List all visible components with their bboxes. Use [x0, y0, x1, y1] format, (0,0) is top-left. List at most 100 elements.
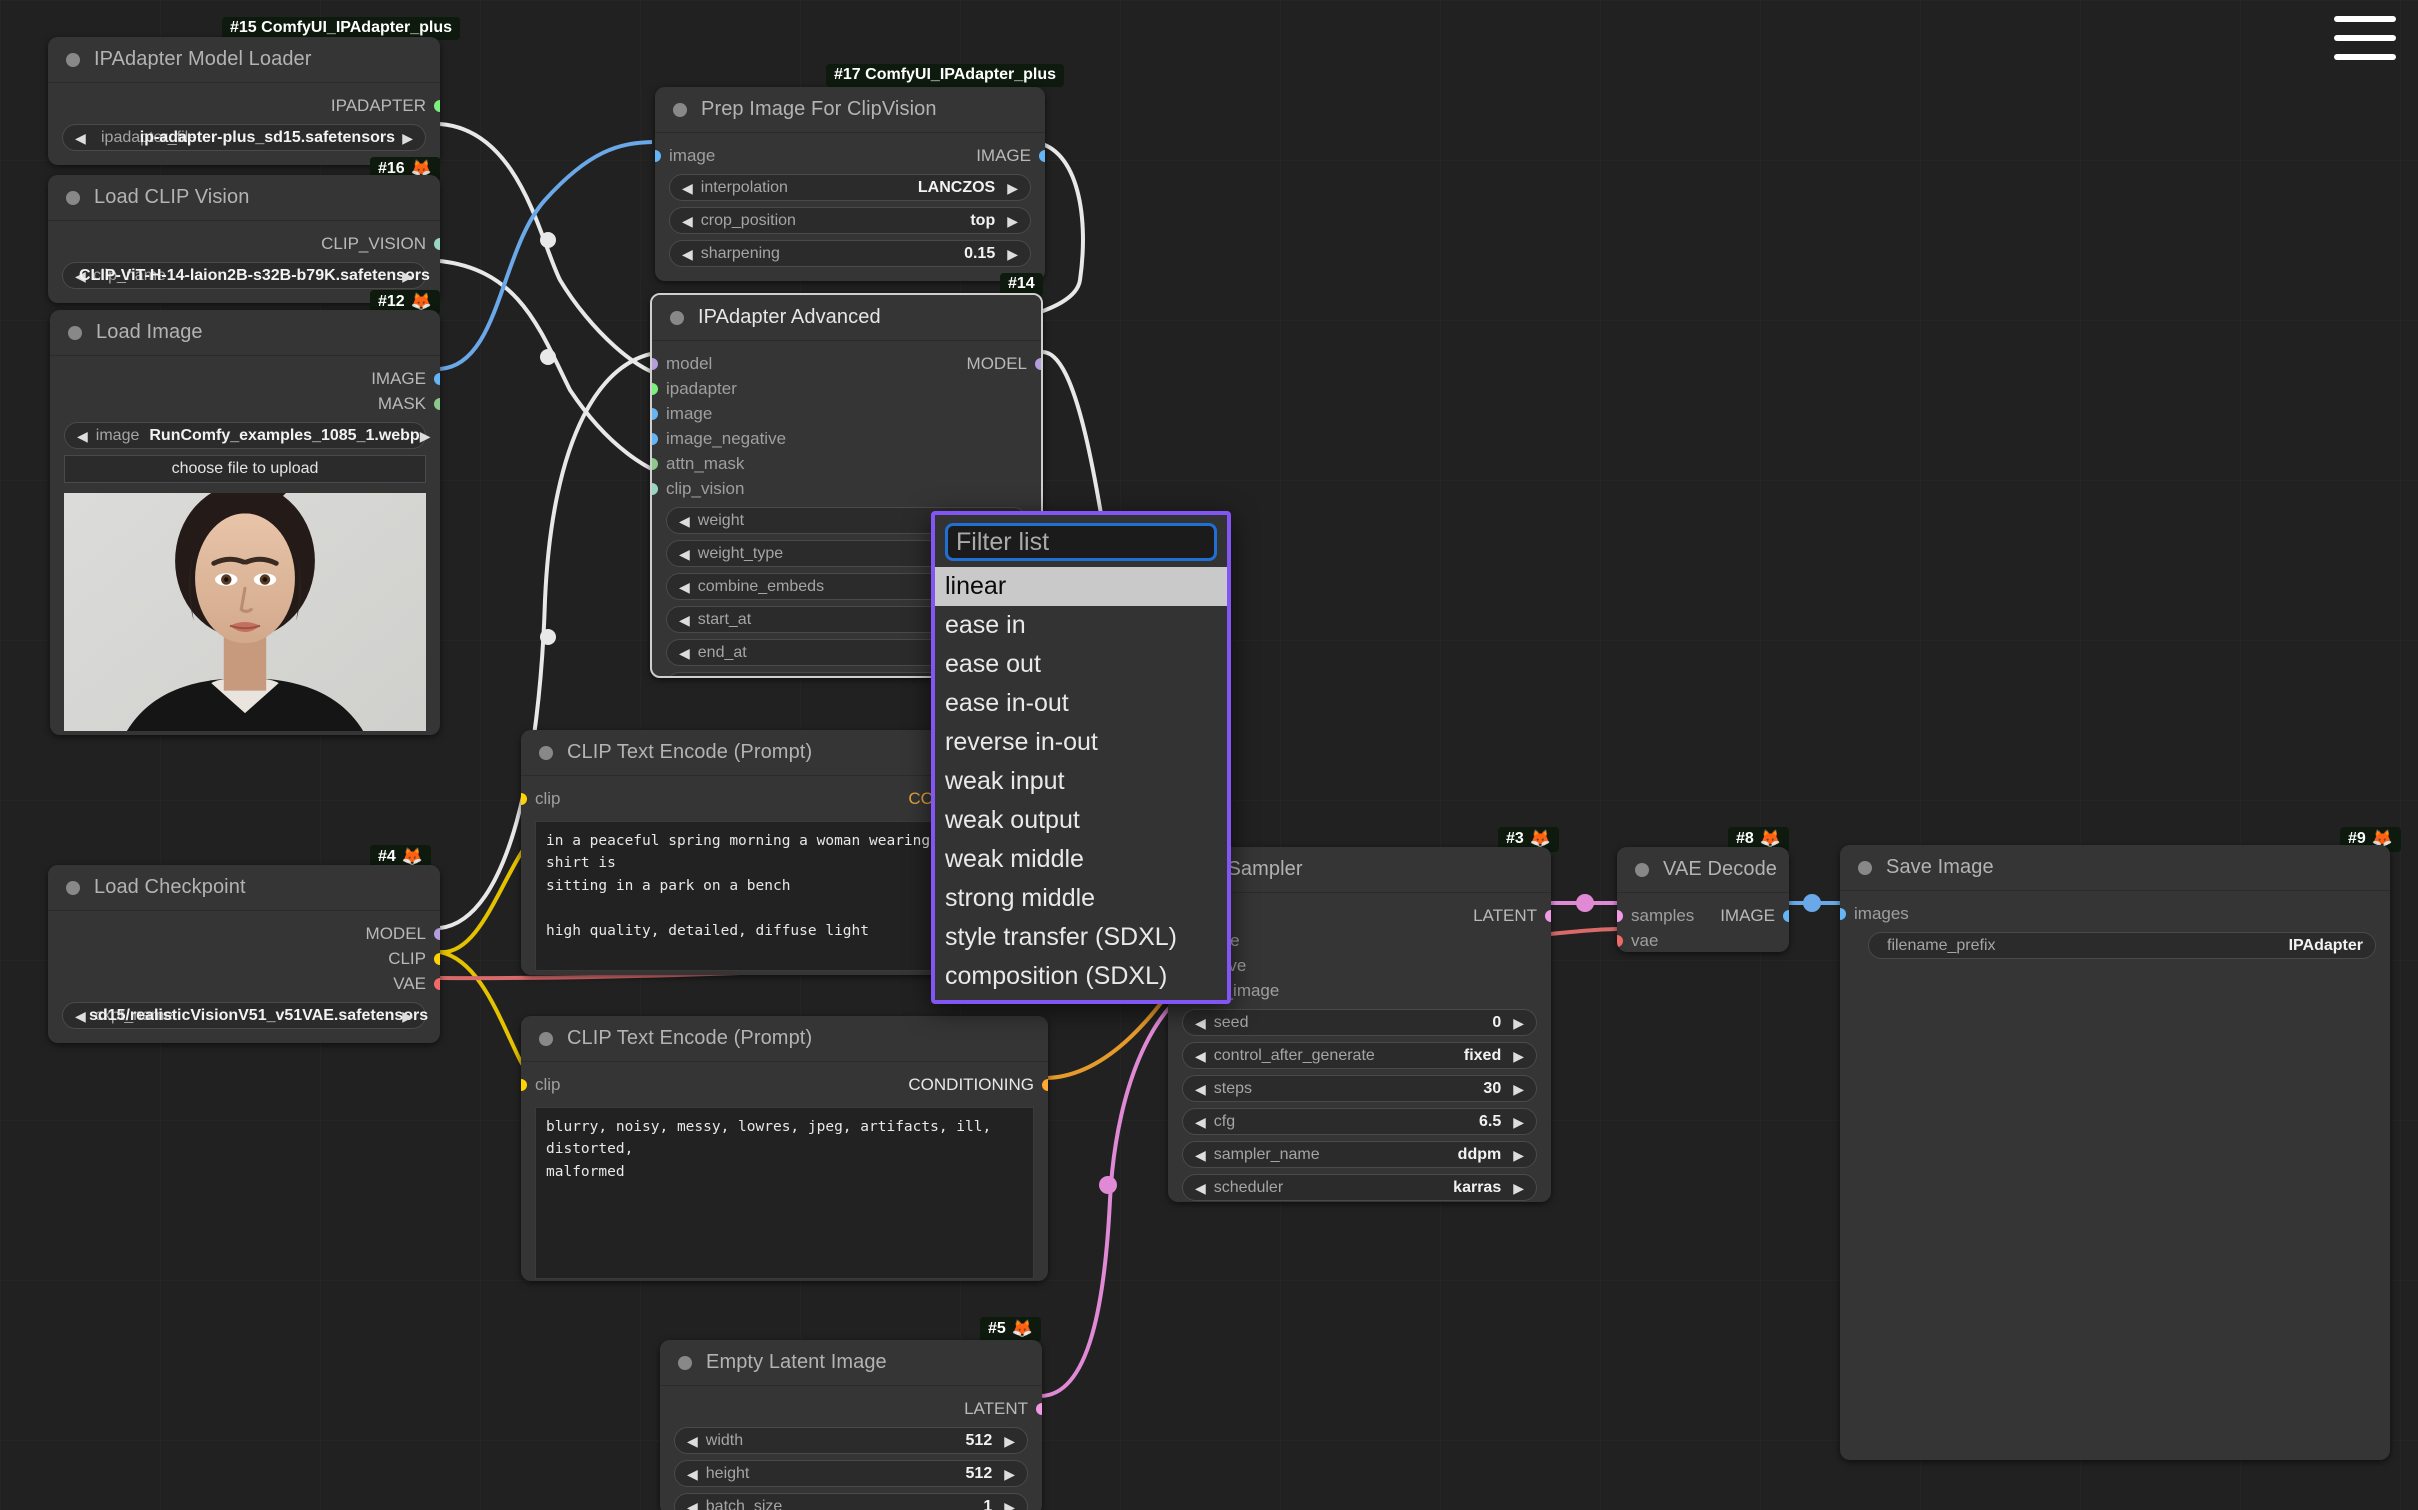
attn-mask-input-dot[interactable]: [652, 457, 658, 470]
collapse-dot-icon[interactable]: [66, 880, 80, 895]
node-save-image[interactable]: Save Image images filename_prefix IPAdap…: [1840, 845, 2390, 1460]
collapse-dot-icon[interactable]: [68, 325, 82, 340]
chevron-right-icon[interactable]: ▶: [1513, 1115, 1524, 1129]
node-title-bar[interactable]: Prep Image For ClipVision: [655, 87, 1045, 133]
collapse-dot-icon[interactable]: [678, 1355, 692, 1370]
node-clip-text-encode-negative[interactable]: CLIP Text Encode (Prompt) clip CONDITION…: [521, 1016, 1048, 1281]
collapse-dot-icon[interactable]: [1858, 860, 1872, 875]
chevron-left-icon[interactable]: ◀: [687, 1467, 698, 1481]
model-output-dot[interactable]: [1035, 357, 1041, 370]
dropdown-option-ease-in[interactable]: ease in: [935, 606, 1227, 645]
vae-input-dot[interactable]: [1617, 934, 1623, 947]
choose-file-upload-button[interactable]: choose file to upload: [64, 455, 426, 483]
slot-row-clip[interactable]: clip CONDITIONING: [521, 1072, 1048, 1097]
chevron-left-icon[interactable]: ◀: [687, 1500, 698, 1510]
dropdown-option-weak-output[interactable]: weak output: [935, 801, 1227, 840]
widget-filename-prefix[interactable]: filename_prefix IPAdapter: [1868, 932, 2376, 959]
widget-height[interactable]: ◀ height 512 ▶: [674, 1460, 1028, 1487]
widget-clip-name[interactable]: ◀ clip_name CLIP-ViT-H-14-laion2B-s32B-b…: [62, 262, 430, 289]
chevron-right-icon[interactable]: ▶: [1513, 1082, 1524, 1096]
slot-row-samples[interactable]: samples IMAGE: [1617, 903, 1789, 928]
chevron-left-icon[interactable]: ◀: [1195, 1181, 1206, 1195]
image-input-dot[interactable]: [652, 407, 658, 420]
slot-row-clip-vision[interactable]: clip_vision: [652, 476, 1027, 501]
latent-output-dot[interactable]: [1545, 909, 1551, 922]
workflow-canvas[interactable]: #15 ComfyUI_IPAdapter_plus IPAdapter Mod…: [0, 0, 2418, 1510]
chevron-right-icon[interactable]: ▶: [1007, 247, 1018, 261]
ipadapter-input-dot[interactable]: [652, 382, 658, 395]
node-title-bar[interactable]: Empty Latent Image: [660, 1340, 1042, 1386]
dropdown-option-reverse-in-out[interactable]: reverse in-out: [935, 723, 1227, 762]
ipadapter-output-dot[interactable]: [434, 99, 440, 112]
slot-row-latent-image[interactable]: latent_image: [1168, 978, 1537, 1003]
clip-vision-output-dot[interactable]: [434, 237, 440, 250]
collapse-dot-icon[interactable]: [673, 102, 687, 117]
conditioning-output-dot[interactable]: [1042, 1078, 1048, 1091]
slot-row-attn-mask[interactable]: attn_mask: [652, 451, 1027, 476]
widget-sampler-name[interactable]: ◀ sampler_name ddpm ▶: [1182, 1141, 1537, 1168]
chevron-left-icon[interactable]: ◀: [75, 1009, 86, 1023]
node-title-bar[interactable]: CLIP Text Encode (Prompt): [521, 1016, 1048, 1062]
chevron-left-icon[interactable]: ◀: [682, 214, 693, 228]
slot-row-image[interactable]: image: [652, 401, 1027, 426]
chevron-left-icon[interactable]: ◀: [77, 429, 88, 443]
dropdown-option-ease-in-out[interactable]: ease in-out: [935, 684, 1227, 723]
image-input-dot[interactable]: [655, 149, 661, 162]
image-output-dot[interactable]: [1039, 149, 1045, 162]
chevron-right-icon[interactable]: ▶: [1007, 181, 1018, 195]
chevron-right-icon[interactable]: ▶: [1513, 1181, 1524, 1195]
node-load-image[interactable]: Load Image IMAGE MASK ◀ image RunComfy_e…: [50, 310, 440, 735]
widget-seed[interactable]: ◀ seed 0 ▶: [1182, 1009, 1537, 1036]
clip-vision-input-dot[interactable]: [652, 482, 658, 495]
slot-row-image-negative[interactable]: image_negative: [652, 426, 1027, 451]
chevron-right-icon[interactable]: ▶: [402, 1009, 413, 1023]
chevron-left-icon[interactable]: ◀: [1195, 1115, 1206, 1129]
chevron-left-icon[interactable]: ◀: [679, 514, 690, 528]
node-title-bar[interactable]: Load CLIP Vision: [48, 175, 440, 221]
slot-row-positive[interactable]: positive: [1168, 928, 1537, 953]
dropdown-option-linear[interactable]: linear: [935, 567, 1227, 606]
collapse-dot-icon[interactable]: [66, 190, 80, 205]
collapse-dot-icon[interactable]: [539, 1031, 553, 1046]
node-prep-image-for-clipvision[interactable]: Prep Image For ClipVision image IMAGE ◀ …: [655, 87, 1045, 281]
mask-output-dot[interactable]: [434, 397, 440, 410]
node-title-bar[interactable]: VAE Decode: [1617, 847, 1789, 893]
negative-prompt-textarea[interactable]: blurry, noisy, messy, lowres, jpeg, arti…: [535, 1107, 1034, 1279]
hamburger-menu-button[interactable]: [2334, 16, 2396, 60]
chevron-left-icon[interactable]: ◀: [75, 131, 86, 145]
widget-width[interactable]: ◀ width 512 ▶: [674, 1427, 1028, 1454]
dropdown-option-style-transfer-sdxl[interactable]: style transfer (SDXL): [935, 918, 1227, 957]
chevron-left-icon[interactable]: ◀: [1195, 1082, 1206, 1096]
node-title-bar[interactable]: Load Image: [50, 310, 440, 356]
image-output-dot[interactable]: [1783, 909, 1789, 922]
output-slot-clip[interactable]: CLIP: [62, 946, 440, 971]
node-load-checkpoint[interactable]: Load Checkpoint MODEL CLIP VAE ◀ ckpt_na…: [48, 865, 440, 1043]
chevron-left-icon[interactable]: ◀: [682, 247, 693, 261]
slot-row-image[interactable]: image IMAGE: [655, 143, 1045, 168]
slot-row-ipadapter[interactable]: ipadapter: [652, 376, 1027, 401]
chevron-right-icon[interactable]: ▶: [1513, 1016, 1524, 1030]
output-slot-mask[interactable]: MASK: [64, 391, 440, 416]
output-slot-clip-vision[interactable]: CLIP_VISION: [62, 231, 440, 256]
collapse-dot-icon[interactable]: [66, 52, 80, 67]
dropdown-option-composition-sdxl[interactable]: composition (SDXL): [935, 957, 1227, 1000]
weight-type-dropdown[interactable]: Filter list linear ease in ease out ease…: [931, 511, 1231, 1004]
chevron-right-icon[interactable]: ▶: [420, 429, 431, 443]
chevron-left-icon[interactable]: ◀: [1195, 1016, 1206, 1030]
clip-input-dot[interactable]: [521, 792, 527, 805]
clip-output-dot[interactable]: [434, 952, 440, 965]
slot-row-images[interactable]: images: [1840, 901, 2376, 926]
chevron-left-icon[interactable]: ◀: [687, 1434, 698, 1448]
widget-batch-size[interactable]: ◀ batch_size 1 ▶: [674, 1493, 1028, 1510]
output-slot-image[interactable]: IMAGE: [64, 366, 440, 391]
chevron-right-icon[interactable]: ▶: [402, 131, 413, 145]
output-slot-model[interactable]: MODEL: [62, 921, 440, 946]
chevron-left-icon[interactable]: ◀: [679, 580, 690, 594]
collapse-dot-icon[interactable]: [1635, 862, 1649, 877]
chevron-left-icon[interactable]: ◀: [679, 646, 690, 660]
chevron-right-icon[interactable]: ▶: [1004, 1434, 1015, 1448]
chevron-right-icon[interactable]: ▶: [1004, 1467, 1015, 1481]
widget-crop-position[interactable]: ◀ crop_position top ▶: [669, 207, 1031, 234]
widget-ckpt-name[interactable]: ◀ ckpt_name sd15/realisticVisionV51_v51V…: [62, 1002, 428, 1029]
output-slot-latent[interactable]: LATENT: [674, 1396, 1042, 1421]
